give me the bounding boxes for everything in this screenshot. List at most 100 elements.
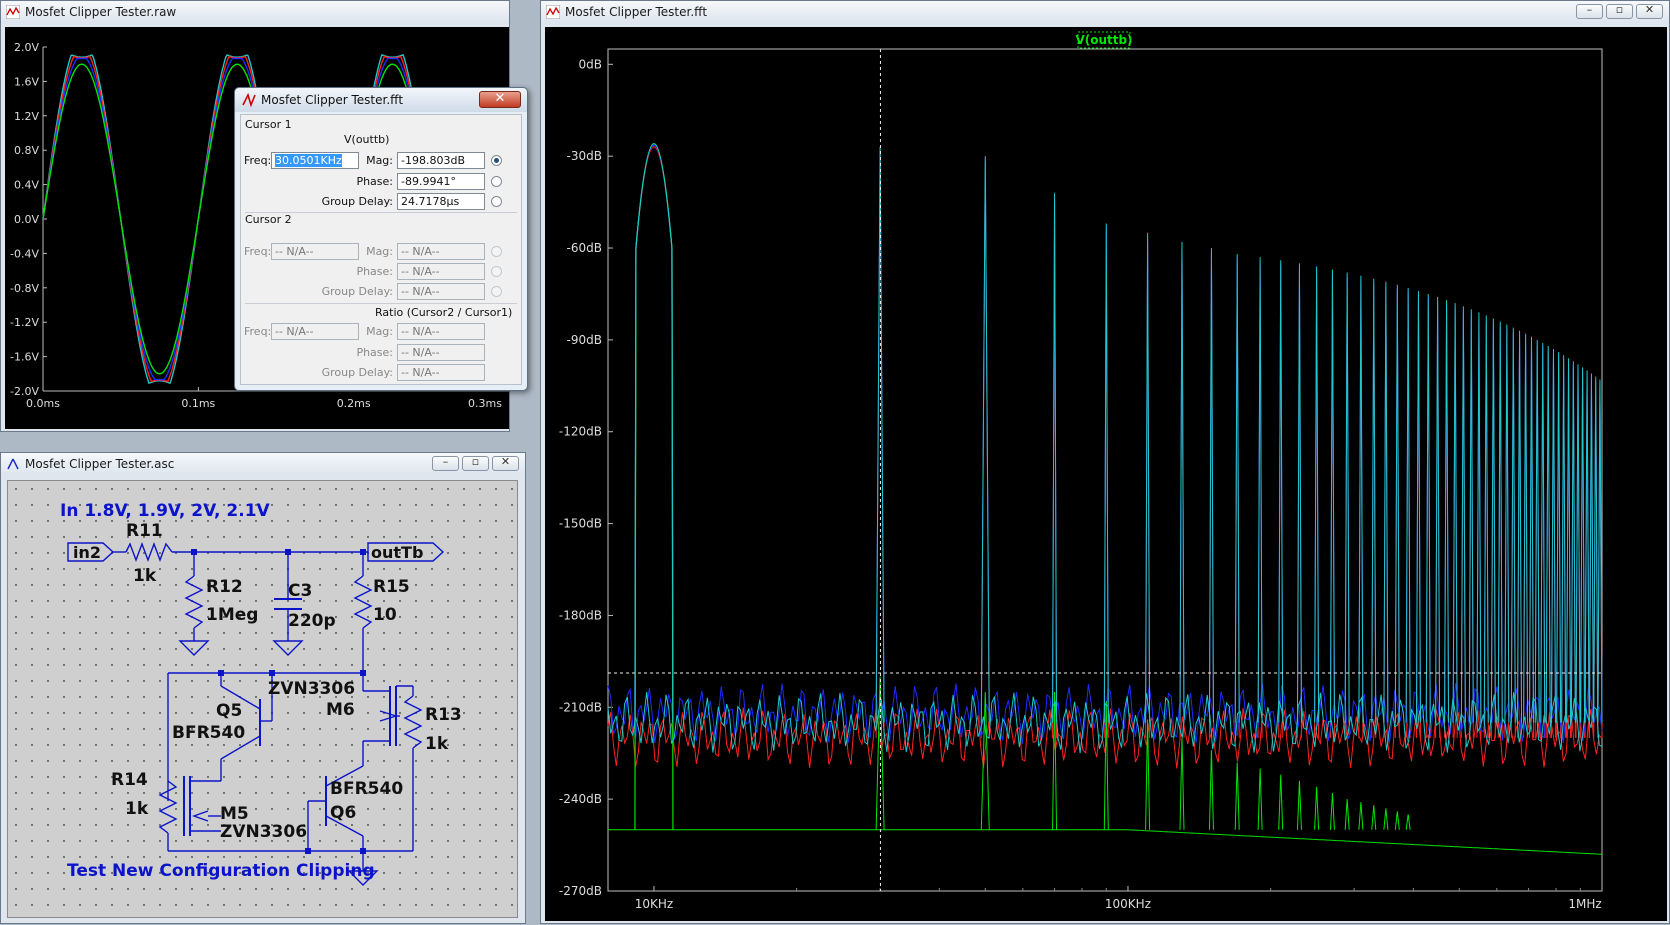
fft-harmonic-spike [980, 156, 990, 723]
fft-harmonic-spike [1588, 373, 1594, 723]
fft-harmonic-spike [1497, 321, 1503, 723]
fft-harmonic-spike [1179, 241, 1185, 723]
fft-harmonic-spike [1278, 260, 1284, 723]
ratio-freq-field: -- N/A-- [271, 323, 359, 340]
ratio-phase-field: -- N/A-- [397, 344, 485, 361]
fft-harmonic-spike [1517, 330, 1523, 723]
maximize-button[interactable]: ▫ [1606, 3, 1633, 19]
close-icon: ✕ [1644, 3, 1655, 16]
r15-resistor [353, 575, 373, 629]
cursor1-phase-radio[interactable] [491, 176, 502, 187]
fft-harmonic-spike [1371, 805, 1377, 830]
r11-name: R11 [126, 521, 163, 541]
fft-harmonic-spike [1425, 293, 1431, 723]
cursor1-phase-field[interactable]: -89.9941° [397, 173, 485, 190]
raw-y-tick-label: -1.2V [10, 316, 39, 329]
m5-name: M5 [220, 804, 249, 824]
cursor1-phase-label: Phase: [356, 175, 393, 188]
fft-y-tick-label: -150dB [559, 517, 602, 531]
fft-harmonic-spike [1444, 300, 1450, 723]
raw-y-tick-label: -1.6V [10, 351, 39, 364]
r13-name: R13 [425, 705, 462, 725]
fft-harmonic-spike [1550, 349, 1556, 723]
fft-trace-label[interactable]: V(outtb) [1075, 33, 1132, 47]
cursor1-mag-radio[interactable] [491, 155, 502, 166]
fft-fundamental-peak [634, 143, 674, 723]
r15-name: R15 [373, 577, 410, 597]
fft-y-tick-label: -60dB [567, 241, 602, 255]
cursor1-group-label: Cursor 1 [245, 118, 292, 131]
maximize-button[interactable]: ▫ [462, 455, 489, 471]
restore-icon: ▫ [1615, 3, 1624, 16]
dialog-close-button[interactable]: ✕ [479, 91, 521, 108]
fft-harmonic-spike [1208, 750, 1214, 830]
fft-harmonic-spike [1483, 315, 1489, 723]
fft-harmonic-spike [1540, 342, 1546, 723]
fft-window-title: Mosfet Clipper Tester.fft [565, 5, 708, 19]
cursor1-trace-label: V(outtb) [344, 133, 390, 146]
schematic-window[interactable]: Mosfet Clipper Tester.asc – ▫ ✕ In 1.8V,… [0, 452, 526, 924]
dialog-titlebar[interactable]: Mosfet Clipper Tester.fft ✕ [235, 88, 527, 112]
fft-harmonic-spike [980, 162, 990, 738]
footer-note: Test New Configuration Clipping [67, 861, 375, 881]
r12-name: R12 [206, 577, 243, 597]
cursor2-mag-field: -- N/A-- [397, 243, 485, 260]
minimize-button[interactable]: – [1576, 3, 1603, 19]
ratio-phase-label: Phase: [356, 346, 393, 359]
fft-harmonic-spike [1593, 376, 1599, 723]
fft-harmonic-spike [1452, 303, 1458, 723]
fft-y-tick-label: -90dB [567, 333, 602, 347]
cursor1-freq-field[interactable]: 30.0501KHz [271, 152, 359, 169]
minimize-icon: – [442, 455, 449, 468]
fft-harmonic-spike [1476, 312, 1482, 723]
cursor-readout-dialog[interactable]: Mosfet Clipper Tester.fft ✕ Cursor 1 V(o… [234, 87, 528, 391]
schematic-canvas[interactable]: In 1.8V, 1.9V, 2V, 2.1V in2 outTb R11 1k… [7, 480, 518, 918]
fft-harmonic-spike [1145, 232, 1151, 723]
fft-harmonic-spike [1344, 799, 1350, 830]
fft-harmonic-spike [1103, 223, 1109, 723]
fft-harmonic-spike [1405, 287, 1411, 723]
schematic-window-titlebar[interactable]: Mosfet Clipper Tester.asc – ▫ ✕ [1, 453, 525, 475]
raw-window-titlebar[interactable]: Mosfet Clipper Tester.raw [1, 1, 509, 23]
r11-value: 1k [133, 566, 157, 586]
cursor1-group-delay-radio[interactable] [491, 196, 502, 207]
close-button[interactable]: ✕ [1636, 3, 1663, 19]
fft-harmonic-spike [1234, 762, 1240, 830]
fft-harmonic-spike [1296, 780, 1302, 830]
raw-x-tick-label: 0.3ms [468, 397, 502, 410]
ratio-mag-field: -- N/A-- [397, 323, 485, 340]
fft-spectrum-chart[interactable]: 0dB -30dB -60dB -90dB -120dB -150dB -180dB -210… [545, 27, 1667, 921]
fft-x-tick-label: 1MHz [1568, 897, 1601, 911]
cursor1-mag-field[interactable]: -198.803dB [397, 152, 485, 169]
fft-window[interactable]: Mosfet Clipper Tester.fft – ▫ ✕ 0dB -30dB… [540, 0, 1670, 924]
cursor2-mag-label: Mag: [366, 245, 393, 258]
minimize-button[interactable]: – [432, 455, 459, 471]
fft-window-titlebar[interactable]: Mosfet Clipper Tester.fft – ▫ ✕ [541, 1, 1669, 23]
c3-name: C3 [288, 581, 313, 601]
dialog-body: Cursor 1 V(outtb) Freq: 30.0501KHz Mag: … [240, 114, 522, 385]
fft-harmonic-spike [1314, 786, 1320, 830]
cursor2-freq-field: -- N/A-- [271, 243, 359, 260]
fft-harmonic-spike [1257, 768, 1263, 830]
r12-resistor [184, 575, 204, 629]
q5-name: Q5 [216, 701, 243, 721]
restore-icon: ▫ [471, 455, 480, 468]
fft-x-tick-label: 100KHz [1105, 897, 1151, 911]
fft-harmonic-spike [1415, 290, 1421, 723]
waveform-icon [6, 5, 20, 19]
q5-value: BFR540 [172, 723, 246, 743]
cursor2-mag-radio [491, 246, 502, 257]
fft-harmonic-spike [1580, 367, 1586, 723]
cursor1-group-delay-field[interactable]: 24.7178µs [397, 193, 485, 210]
m5-value: ZVN3306 [220, 822, 308, 842]
fft-harmonic-spike [1504, 324, 1510, 723]
close-button[interactable]: ✕ [492, 455, 519, 471]
raw-y-tick-label: 0.4V [14, 179, 39, 192]
fft-plot-area[interactable]: 0dB -30dB -60dB -90dB -120dB -150dB -180dB -210… [545, 27, 1667, 921]
fft-harmonic-spike [1545, 345, 1551, 723]
r15-value: 10 [373, 605, 397, 625]
schematic-window-controls: – ▫ ✕ [432, 455, 519, 471]
fft-harmonic-spike [1490, 318, 1496, 723]
fft-y-tick-label: -120dB [559, 425, 602, 439]
ratio-mag-label: Mag: [366, 325, 393, 338]
